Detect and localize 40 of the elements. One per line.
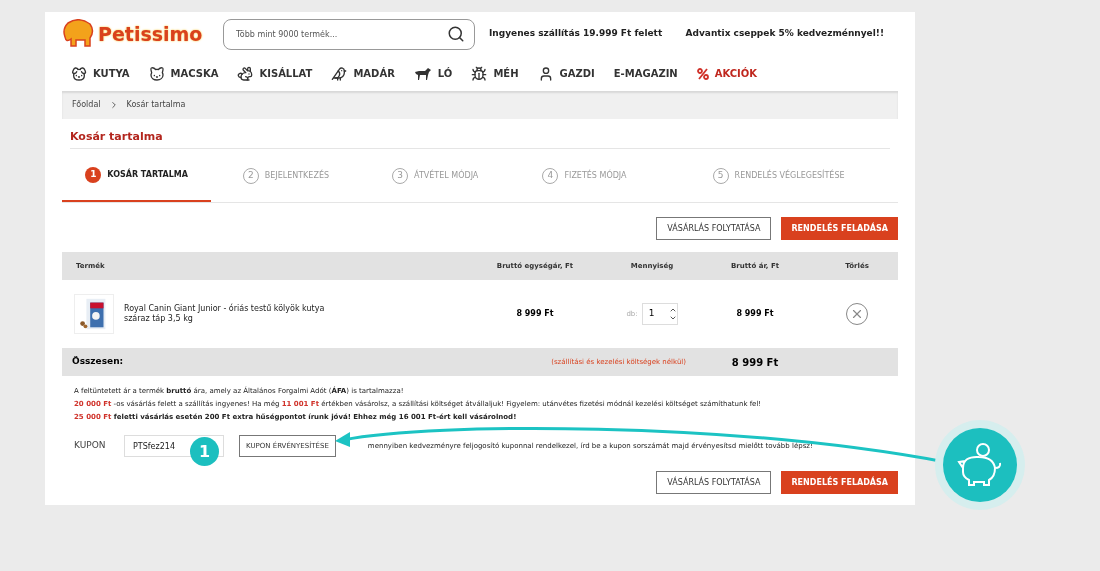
bug-icon [471,65,488,82]
nav-link[interactable]: GAZDI [537,65,595,82]
rabbit-icon [237,65,254,82]
product-name[interactable]: Royal Canin Giant Junior - óriás testű kölyök kutya száraz táp 3,5 kg [124,304,334,324]
close-icon [850,307,864,321]
place-order-button[interactable]: RENDELÉS FELADÁSA [781,471,898,494]
nav-link[interactable]: E-MAGAZIN [613,66,678,81]
nav-link[interactable]: MÉH [471,65,519,82]
page-title: Kosár tartalma [70,128,163,145]
increment-icon[interactable] [668,306,677,314]
breadcrumb-current: Kosár tartalma [126,99,186,111]
cat-icon [148,65,165,82]
nav-link[interactable]: AKCIÓK [696,66,758,81]
piggy-bank-icon [943,428,1017,502]
horse-icon [413,66,432,81]
search-icon[interactable] [447,24,465,43]
promo-text: Advantix cseppek 5% kedvezménnyel!! [685,27,884,41]
bird-icon [331,65,348,82]
nav-link[interactable]: KUTYA [71,65,130,82]
breadcrumb-link[interactable]: Főoldal [72,99,101,111]
coupon-label: KUPON [74,439,107,453]
total-label: Összesen: [71,355,125,369]
quantity-field[interactable]: 1 [641,303,678,325]
search-field[interactable]: Több mint 9000 termék... [223,18,475,50]
checkout-step[interactable]: 1 KOSÁR TARTALMA [62,149,212,202]
nav-link[interactable]: KISÁLLAT [237,65,313,82]
promo-text: Ingyenes szállítás 19.999 Ft felett [489,27,663,41]
unit-price: 8 999 Ft [515,308,555,320]
nav-link[interactable]: LÓ [413,66,453,81]
continue-shopping-button[interactable]: VÁSÁRLÁS FOLYTATÁSA [656,471,772,494]
place-order-button[interactable]: RENDELÉS FELADÁSA [781,217,898,240]
continue-shopping-button[interactable]: VÁSÁRLÁS FOLYTATÁSA [656,217,772,240]
dog-icon [71,65,87,82]
logo-text: Petissimo [98,21,203,47]
row-price: 8 999 Ft [735,308,775,320]
nav-link[interactable]: MACSKA [148,65,219,82]
nav-link[interactable]: MADÁR [331,65,395,82]
decrement-icon[interactable] [668,314,677,322]
percent-icon [696,67,709,80]
total-value: 8 999 Ft [730,355,780,370]
